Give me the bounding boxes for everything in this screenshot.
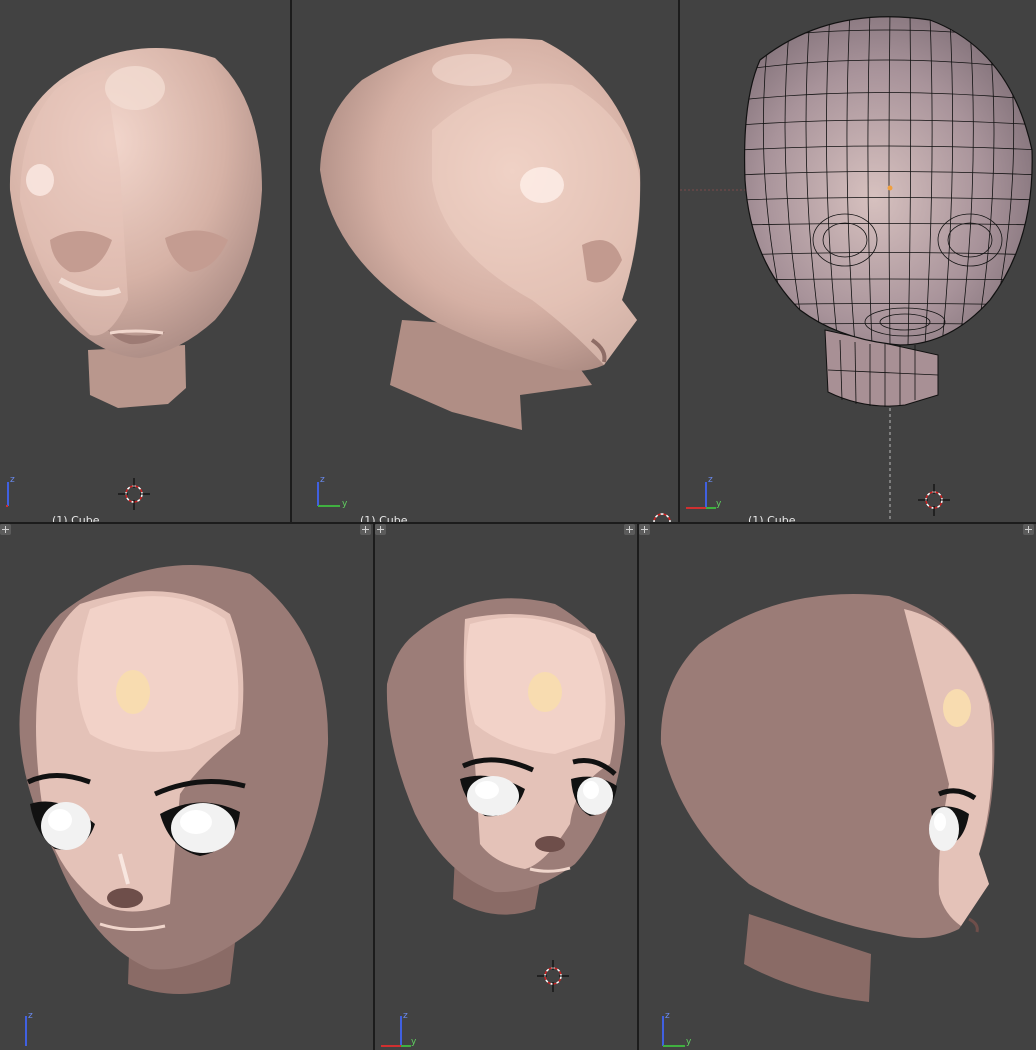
viewport-bottom-middle[interactable]: z y <box>375 524 637 1050</box>
viewport-top-right[interactable]: z y (1) Cube <box>680 0 1036 522</box>
head-model-side <box>320 38 641 430</box>
axis-z-label: z <box>10 475 15 485</box>
head-render-three-quarter <box>386 598 625 915</box>
viewport-divider-horizontal[interactable] <box>0 522 1036 524</box>
3d-cursor-icon <box>653 513 671 522</box>
object-label: (1) Cube <box>52 514 100 522</box>
3d-cursor-icon <box>118 478 150 510</box>
axis-gizmo: z y <box>686 475 722 509</box>
viewport-bottom-left[interactable]: z <box>0 524 373 1050</box>
viewport-top-left[interactable]: z (1) Cube <box>0 0 290 522</box>
head-render-side <box>660 594 995 1002</box>
viewport-bottom-right[interactable]: z y <box>639 524 1036 1050</box>
head-model-front <box>9 47 262 408</box>
selected-vertex[interactable] <box>887 185 893 191</box>
3d-cursor-icon <box>918 484 950 516</box>
axis-gizmo: z y <box>381 1011 417 1047</box>
axis-z-label: z <box>403 1011 408 1021</box>
object-label: (1) Cube <box>360 514 408 522</box>
axis-z-label: z <box>665 1011 670 1021</box>
3d-cursor-icon <box>537 960 569 992</box>
axis-gizmo: z <box>25 1011 33 1046</box>
axis-z-label: z <box>28 1011 33 1021</box>
viewport-top-middle[interactable]: z y (1) Cube <box>292 0 678 522</box>
axis-gizmo: z y <box>317 475 348 509</box>
axis-y-label: y <box>342 499 348 509</box>
head-render-front <box>19 565 329 994</box>
head-model-wireframe <box>680 16 1033 522</box>
axis-y-label: y <box>686 1037 692 1047</box>
object-label: (1) Cube <box>748 514 796 522</box>
axis-y-label: y <box>716 499 722 509</box>
axis-z-label: z <box>708 475 713 485</box>
axis-gizmo: z <box>6 475 15 507</box>
axis-y-label: y <box>411 1037 417 1047</box>
axis-z-label: z <box>320 475 325 485</box>
axis-gizmo: z y <box>662 1011 692 1047</box>
